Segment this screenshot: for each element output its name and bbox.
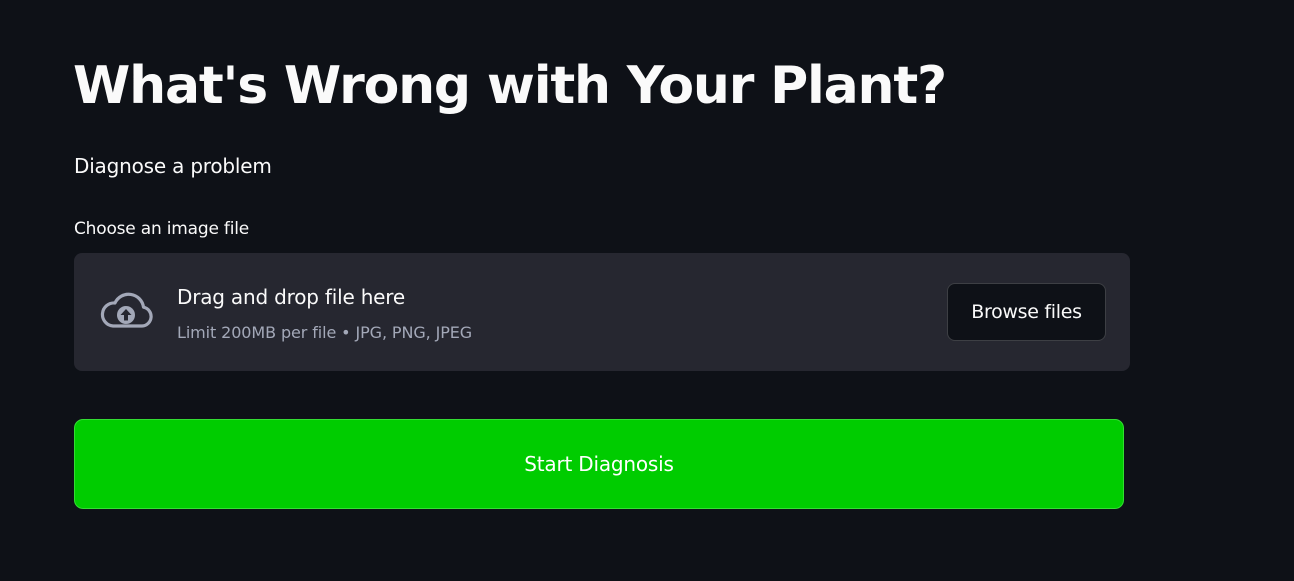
page-subtitle: Diagnose a problem [74,154,272,178]
browse-files-button[interactable]: Browse files [947,283,1106,341]
file-uploader-label: Choose an image file [74,219,250,239]
file-dropzone[interactable]: Drag and drop file here Limit 200MB per … [74,253,1130,371]
dropzone-instruction: Drag and drop file here [177,285,405,309]
cloud-upload-icon [98,291,154,331]
page-title: What's Wrong with Your Plant? [73,56,947,116]
dropzone-limits: Limit 200MB per file • JPG, PNG, JPEG [177,323,473,342]
start-diagnosis-button[interactable]: Start Diagnosis [74,419,1124,509]
